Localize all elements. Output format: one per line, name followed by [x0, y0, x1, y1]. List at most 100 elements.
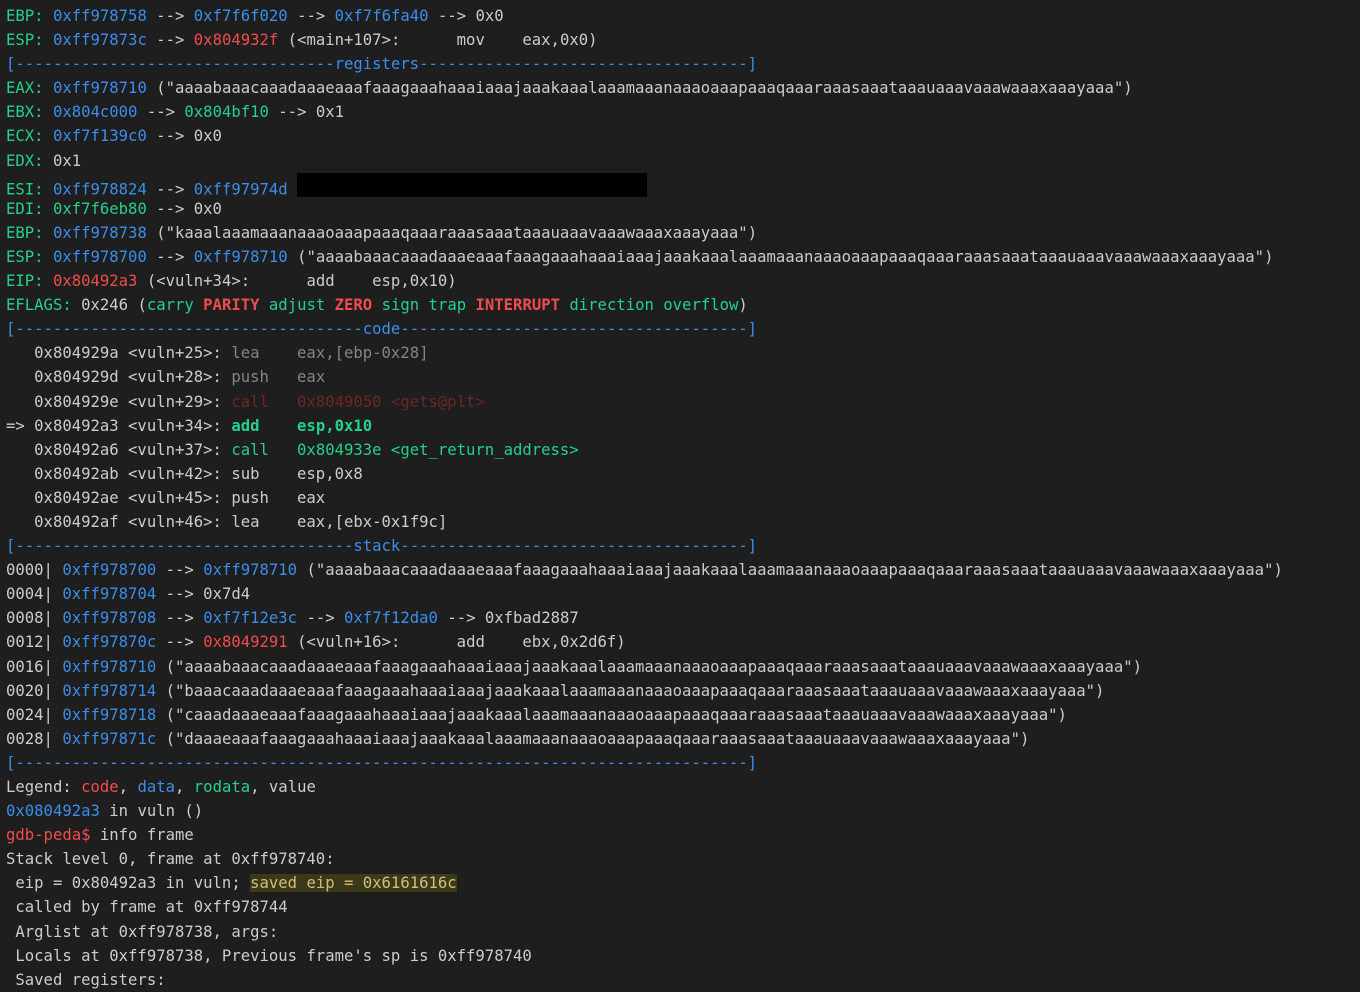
esp-chain-segment: -->	[146, 31, 194, 50]
command-prompt-segment: gdb-peda$	[6, 826, 91, 845]
reg-edi-segment: EDI:	[6, 199, 53, 218]
reg-eflags-segment: EFLAGS:	[6, 296, 82, 315]
reg-eflags-segment: overflow	[663, 296, 739, 315]
code-line: 0x80492a6 <vuln+37>: call 0x804933e <get…	[6, 438, 1356, 462]
current-location: 0x080492a3 in vuln ()	[6, 799, 1356, 823]
stack-line-segment: 0xff97870c	[62, 633, 157, 652]
reg-eflags-segment	[325, 296, 334, 314]
reg-ecx-segment: --> 0x0	[146, 127, 222, 146]
reg-esi-segment	[288, 180, 297, 197]
stack-line: 0020| 0xff978714 ("baaacaaadaaaeaaafaaag…	[6, 679, 1356, 703]
legend-segment: rodata	[193, 778, 251, 796]
code-line-segment: 0x804929d <vuln+28>:	[6, 368, 232, 387]
frame-output: Stack level 0, frame at 0xff978740:	[6, 847, 1356, 871]
reg-edx-segment: 0x1	[52, 151, 82, 170]
code-line-segment: 0x80492ae <vuln+45>: push eax	[6, 488, 326, 507]
esp-chain-segment: ESP:	[6, 31, 53, 50]
esp-chain: ESP: 0xff97873c --> 0x804932f (<main+107…	[6, 28, 1356, 52]
reg-eflags-segment	[466, 296, 475, 314]
stack-line-segment: -->	[156, 633, 204, 652]
legend-segment: , value	[250, 778, 316, 796]
stack-line-segment: -->	[297, 609, 345, 628]
stack-line-segment: 0x8049291	[203, 633, 288, 652]
reg-ebp-segment: EBP:	[6, 223, 53, 242]
reg-eflags-segment: )	[738, 296, 748, 315]
stack-line-segment: 0020|	[6, 681, 63, 700]
ebp-chain-segment: 0xf7f6fa40	[334, 7, 429, 25]
reg-eax-segment: ("aaaabaaacaaadaaaeaaafaaagaaahaaaiaaaja…	[146, 79, 1133, 98]
frame-output-segment: called by frame at 0xff978744	[6, 898, 288, 917]
stack-line-segment: 0008|	[6, 609, 63, 628]
section-footer: [---------------------------------------…	[6, 751, 1356, 775]
stack-line-segment: 0xf7f12da0	[344, 609, 438, 628]
reg-eflags-segment: carry	[146, 296, 194, 315]
legend-segment: ,	[175, 778, 194, 796]
reg-eflags-segment	[372, 296, 381, 314]
reg-eflags-segment: trap	[428, 296, 467, 315]
reg-esp-segment: ("aaaabaaacaaadaaaeaaafaaagaaahaaaiaaaja…	[287, 247, 1274, 266]
stack-line-segment: 0xff978710	[203, 561, 298, 580]
reg-eflags-segment: sign	[381, 296, 420, 315]
code-line-segment: 0x804929a <vuln+25>:	[6, 344, 232, 363]
code-line: 0x80492af <vuln+46>: lea eax,[ebx-0x1f9c…	[6, 510, 1356, 534]
legend-segment: ,	[118, 778, 138, 796]
code-line: 0x804929e <vuln+29>: call 0x8049050 <get…	[6, 390, 1356, 414]
stack-line-segment: -->	[156, 561, 204, 580]
reg-ebx-segment: EBX:	[6, 103, 53, 122]
ebp-chain-segment: 0xf7f6f020	[193, 7, 288, 25]
code-line-segment: call 0x804933e <get_return_address>	[231, 440, 579, 459]
terminal-output: EBP: 0xff978758 --> 0xf7f6f020 --> 0xf7f…	[6, 4, 1356, 992]
stack-line-segment: 0xff978704	[62, 585, 157, 604]
esp-chain-segment: 0xff97873c	[52, 31, 147, 50]
stack-line: 0012| 0xff97870c --> 0x8049291 (<vuln+16…	[6, 630, 1356, 654]
ebp-chain: EBP: 0xff978758 --> 0xf7f6f020 --> 0xf7f…	[6, 4, 1356, 28]
command-prompt[interactable]: gdb-peda$ info frame	[6, 823, 1356, 847]
reg-eflags-segment: INTERRUPT	[475, 296, 561, 315]
stack-line-segment: --> 0x7d4	[156, 585, 251, 604]
registers-header: [----------------------------------regis…	[6, 52, 1356, 76]
reg-eflags-segment: adjust	[268, 296, 326, 315]
reg-esp-segment: -->	[146, 247, 194, 266]
code-line-current: => 0x80492a3 <vuln+34>: add esp,0x10	[6, 414, 1356, 438]
reg-eflags-segment: 0x246 (	[81, 296, 147, 315]
stack-line: 0016| 0xff978710 ("aaaabaaacaaadaaaeaaaf…	[6, 655, 1356, 679]
reg-eflags-segment	[194, 296, 203, 314]
reg-ebp-segment: 0xff978738	[52, 223, 147, 242]
reg-esp: ESP: 0xff978700 --> 0xff978710 ("aaaabaa…	[6, 245, 1356, 269]
reg-esi-segment: 0xff978824	[52, 180, 147, 197]
reg-ebx-segment: -->	[137, 103, 185, 122]
current-location-segment: 0x080492a3	[6, 802, 100, 821]
stack-line-segment: ("baaacaaadaaaeaaafaaagaaahaaaiaaajaaaka…	[156, 681, 1105, 700]
reg-esp-segment: 0xff978700	[52, 247, 147, 266]
stack-line: 0008| 0xff978708 --> 0xf7f12e3c --> 0xf7…	[6, 606, 1356, 630]
code-header: [-------------------------------------co…	[6, 317, 1356, 341]
reg-ecx-segment: 0xf7f139c0	[52, 127, 147, 146]
code-line-segment: push eax	[231, 368, 326, 387]
code-line: 0x804929a <vuln+25>: lea eax,[ebp-0x28]	[6, 341, 1356, 365]
reg-esp-segment: 0xff978710	[193, 247, 288, 266]
frame-output: called by frame at 0xff978744	[6, 895, 1356, 919]
stack-line-segment: 0xff978718	[62, 705, 157, 724]
stack-line-segment: ("aaaabaaacaaadaaaeaaafaaagaaahaaaiaaaja…	[297, 561, 1283, 580]
code-line-current-segment: add esp,0x10	[231, 416, 373, 435]
stack-line-segment: 0016|	[6, 657, 63, 676]
reg-edx-segment: EDX:	[6, 151, 53, 170]
code-line-segment: 0x80492a6 <vuln+37>:	[6, 440, 232, 459]
code-header-segment: [-------------------------------------co…	[6, 320, 758, 339]
stack-line-segment: 0028|	[6, 729, 63, 748]
reg-eip-segment: (<vuln+34>: add esp,0x10)	[137, 272, 457, 291]
reg-edi: EDI: 0xf7f6eb80 --> 0x0	[6, 197, 1356, 221]
frame-output-segment: Locals at 0xff978738, Previous frame's s…	[6, 946, 532, 965]
stack-line-segment: --> 0xfbad2887	[437, 609, 579, 628]
reg-eflags-segment	[419, 296, 428, 314]
code-line: 0x80492ab <vuln+42>: sub esp,0x8	[6, 462, 1356, 486]
frame-output: eip = 0x80492a3 in vuln; saved eip = 0x6…	[6, 871, 1356, 895]
reg-edx: EDX: 0x1	[6, 149, 1356, 173]
reg-eflags-segment: ZERO	[334, 296, 373, 315]
reg-eip-segment: EIP:	[6, 272, 53, 291]
reg-ebp: EBP: 0xff978738 ("kaaalaaamaaanaaaoaaapa…	[6, 221, 1356, 245]
reg-eflags-segment	[654, 296, 663, 314]
stack-line: 0028| 0xff97871c ("daaaeaaafaaagaaahaaai…	[6, 727, 1356, 751]
stack-line-segment: 0012|	[6, 633, 63, 652]
reg-ecx-segment: ECX:	[6, 127, 53, 146]
